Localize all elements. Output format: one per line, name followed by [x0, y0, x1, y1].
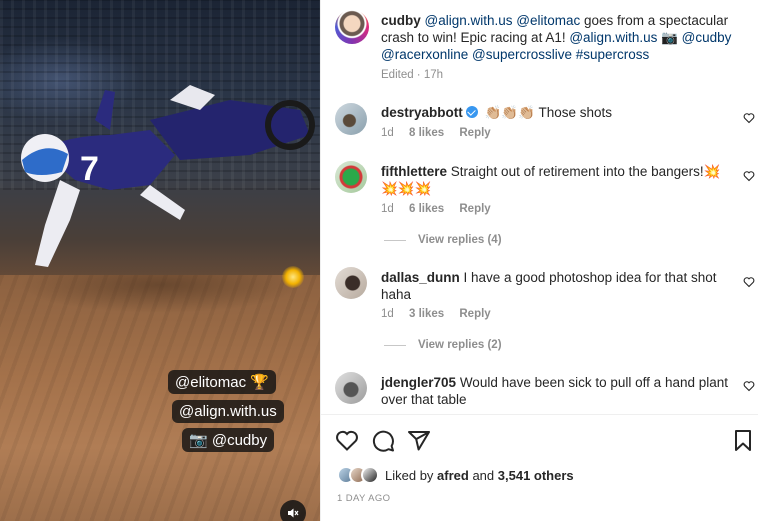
heart-outline-icon[interactable]	[743, 380, 755, 392]
caption-link[interactable]: @align.with.us	[425, 13, 513, 28]
caption-link[interactable]: @elitomac	[516, 13, 580, 28]
comment-meta: 1d 8 likes Reply	[381, 127, 503, 139]
post-photo[interactable]: 7 @elitomac 🏆 @align.with.us 📷 @cudby	[0, 0, 320, 521]
view-replies-label: View replies (4)	[418, 234, 502, 246]
caption-meta: Edited · 17h	[381, 69, 444, 81]
caption-link[interactable]: #supercross	[576, 47, 650, 62]
comments-panel: cudby @align.with.us @elitomac goes from…	[320, 0, 758, 521]
likes-summary[interactable]: Liked by afred and 3,541 others	[337, 466, 574, 484]
verified-badge-icon	[465, 106, 478, 118]
reply-button[interactable]: Reply	[459, 308, 490, 320]
divider-line	[384, 344, 406, 346]
comment-likes[interactable]: 8 likes	[409, 127, 444, 139]
avatar-jdengler705[interactable]	[335, 372, 367, 404]
comment-meta: 1d 3 likes Reply	[381, 308, 503, 320]
comment-username[interactable]: dallas_dunn	[381, 270, 460, 285]
svg-text:7: 7	[80, 150, 99, 188]
likes-middle: and	[468, 467, 498, 483]
comments-list[interactable]: cudby @align.with.us @elitomac goes from…	[321, 0, 758, 414]
caption-link[interactable]: @racerxonline	[381, 47, 468, 62]
view-replies-label: View replies (2)	[418, 339, 502, 351]
comment-fifthlettere: fifthlettere Straight out of retirement …	[381, 163, 736, 197]
comment-likes[interactable]: 3 likes	[409, 308, 444, 320]
comment-age: 1d	[381, 308, 394, 320]
likes-count[interactable]: 3,541 others	[498, 468, 574, 483]
mention-sticker-align[interactable]: @align.with.us	[172, 400, 284, 423]
likes-prefix: Liked by	[385, 467, 438, 483]
avatar-cudby[interactable]	[335, 10, 369, 44]
caption-body: @align.with.us @elitomac goes from a spe…	[381, 13, 731, 62]
post-timestamp: 1 DAY AGO	[337, 493, 391, 504]
avatar-destryabbott[interactable]	[335, 103, 367, 135]
caption-link[interactable]: @supercrosslive	[472, 47, 572, 62]
view-replies-button[interactable]: View replies (4)	[384, 234, 502, 246]
comment-username[interactable]: destryabbott	[381, 105, 463, 120]
caption-link[interactable]: @cudby	[682, 30, 732, 45]
share-icon[interactable]	[407, 429, 431, 453]
comment-username[interactable]: jdengler705	[381, 375, 456, 390]
comment-age: 1d	[381, 127, 394, 139]
bookmark-icon[interactable]	[733, 429, 753, 453]
mute-button[interactable]	[280, 500, 306, 521]
heart-outline-icon[interactable]	[743, 276, 755, 288]
caption-text: cudby @align.with.us @elitomac goes from…	[381, 12, 741, 63]
mention-sticker-elitomac[interactable]: @elitomac 🏆	[168, 370, 276, 394]
reply-button[interactable]: Reply	[459, 203, 490, 215]
divider-line	[384, 239, 406, 241]
liker-avatar	[361, 466, 379, 484]
caption-text-part: 📷	[657, 30, 682, 45]
comment-age: 1d	[381, 203, 394, 215]
heart-outline-icon[interactable]	[743, 112, 755, 124]
speaker-muted-icon	[288, 508, 299, 518]
heart-outline-icon[interactable]	[743, 170, 755, 182]
avatar-fifthlettere[interactable]	[335, 161, 367, 193]
rider-illustration: 7	[21, 85, 315, 267]
comment-likes[interactable]: 6 likes	[409, 203, 444, 215]
heart-icon[interactable]	[335, 429, 359, 453]
comment-text: 👏🏼👏🏼👏🏼 Those shots	[484, 105, 613, 120]
dirt-track	[0, 275, 320, 521]
reply-button[interactable]: Reply	[459, 127, 490, 139]
comment-meta: 1d 6 likes Reply	[381, 203, 503, 215]
avatar-dallas_dunn[interactable]	[335, 267, 367, 299]
comment-dallas_dunn: dallas_dunn I have a good photoshop idea…	[381, 269, 731, 303]
comment-icon[interactable]	[371, 429, 395, 453]
mention-sticker-cudby[interactable]: 📷 @cudby	[182, 428, 275, 452]
caption-username[interactable]: cudby	[381, 13, 421, 28]
likes-text: Liked by afred and 3,541 others	[385, 468, 574, 483]
comment-jdengler705: jdengler705 Would have been sick to pull…	[381, 374, 731, 408]
liker-username[interactable]: afred	[437, 468, 469, 483]
comment-username[interactable]: fifthlettere	[381, 164, 447, 179]
view-replies-button[interactable]: View replies (2)	[384, 339, 502, 351]
comment-destryabbott: destryabbott 👏🏼👏🏼👏🏼 Those shots	[381, 104, 731, 121]
caption-link[interactable]: @align.with.us	[569, 30, 657, 45]
